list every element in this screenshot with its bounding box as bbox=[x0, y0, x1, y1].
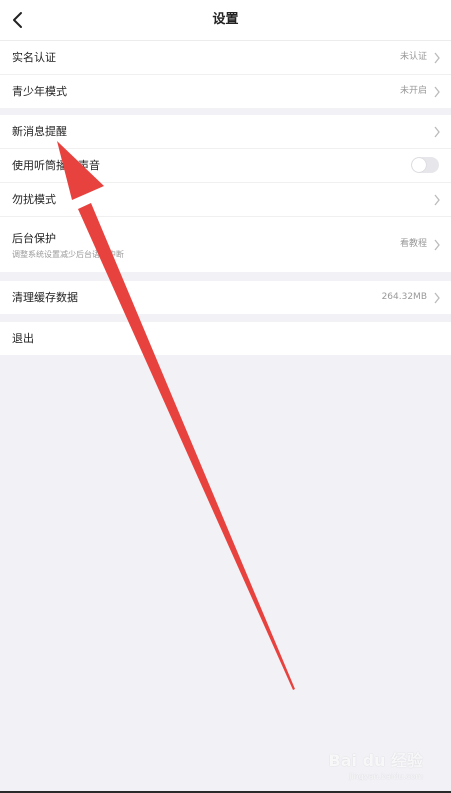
chevron-right-icon bbox=[434, 292, 440, 304]
settings-group-notifications: 新消息提醒 使用听筒播放声音 勿扰模式 后台保护 调整系统设置减少后台语音中断 … bbox=[0, 115, 451, 272]
settings-item-value: 未开启 bbox=[399, 86, 427, 96]
chevron-right-icon bbox=[434, 194, 440, 206]
logout-label: 退出 bbox=[12, 332, 34, 345]
logout-button[interactable]: 退出 bbox=[0, 322, 451, 355]
settings-item-teen-mode[interactable]: 青少年模式 未开启 bbox=[0, 75, 451, 108]
settings-item-clear-cache[interactable]: 清理缓存数据 264.32MB bbox=[0, 281, 451, 314]
settings-item-label: 使用听筒播放声音 bbox=[12, 159, 100, 172]
settings-group-logout: 退出 bbox=[0, 322, 451, 355]
toggle-knob bbox=[412, 158, 426, 172]
settings-item-label: 勿扰模式 bbox=[12, 193, 56, 206]
baidu-watermark-url: jingyan.baidu.com bbox=[349, 772, 423, 781]
chevron-right-icon bbox=[434, 126, 440, 138]
baidu-watermark: Bai du 经验 bbox=[328, 751, 423, 770]
settings-item-do-not-disturb[interactable]: 勿扰模式 bbox=[0, 183, 451, 217]
settings-item-real-name[interactable]: 实名认证 未认证 bbox=[0, 41, 451, 75]
earpiece-toggle[interactable] bbox=[411, 157, 439, 173]
settings-item-label: 清理缓存数据 bbox=[12, 291, 78, 304]
settings-item-new-message-alert[interactable]: 新消息提醒 bbox=[0, 115, 451, 149]
page-title: 设置 bbox=[212, 12, 239, 27]
chevron-right-icon bbox=[434, 239, 440, 251]
settings-item-background-protection[interactable]: 后台保护 调整系统设置减少后台语音中断 看教程 bbox=[0, 217, 451, 272]
settings-item-label: 新消息提醒 bbox=[12, 125, 67, 138]
settings-item-value: 未认证 bbox=[399, 52, 427, 62]
settings-item-earpiece-playback: 使用听筒播放声音 bbox=[0, 149, 451, 183]
settings-item-value: 看教程 bbox=[399, 239, 427, 249]
settings-item-sublabel: 调整系统设置减少后台语音中断 bbox=[12, 250, 124, 259]
chevron-right-icon bbox=[434, 86, 440, 98]
top-nav-bar: 设置 bbox=[0, 0, 451, 41]
settings-item-label: 实名认证 bbox=[12, 51, 56, 64]
settings-item-value: 264.32MB bbox=[381, 292, 427, 302]
settings-group-storage: 清理缓存数据 264.32MB bbox=[0, 281, 451, 314]
settings-item-label: 后台保护 bbox=[12, 232, 56, 245]
chevron-right-icon bbox=[434, 52, 440, 64]
settings-group-account: 实名认证 未认证 青少年模式 未开启 bbox=[0, 41, 451, 108]
settings-item-label: 青少年模式 bbox=[12, 85, 67, 98]
